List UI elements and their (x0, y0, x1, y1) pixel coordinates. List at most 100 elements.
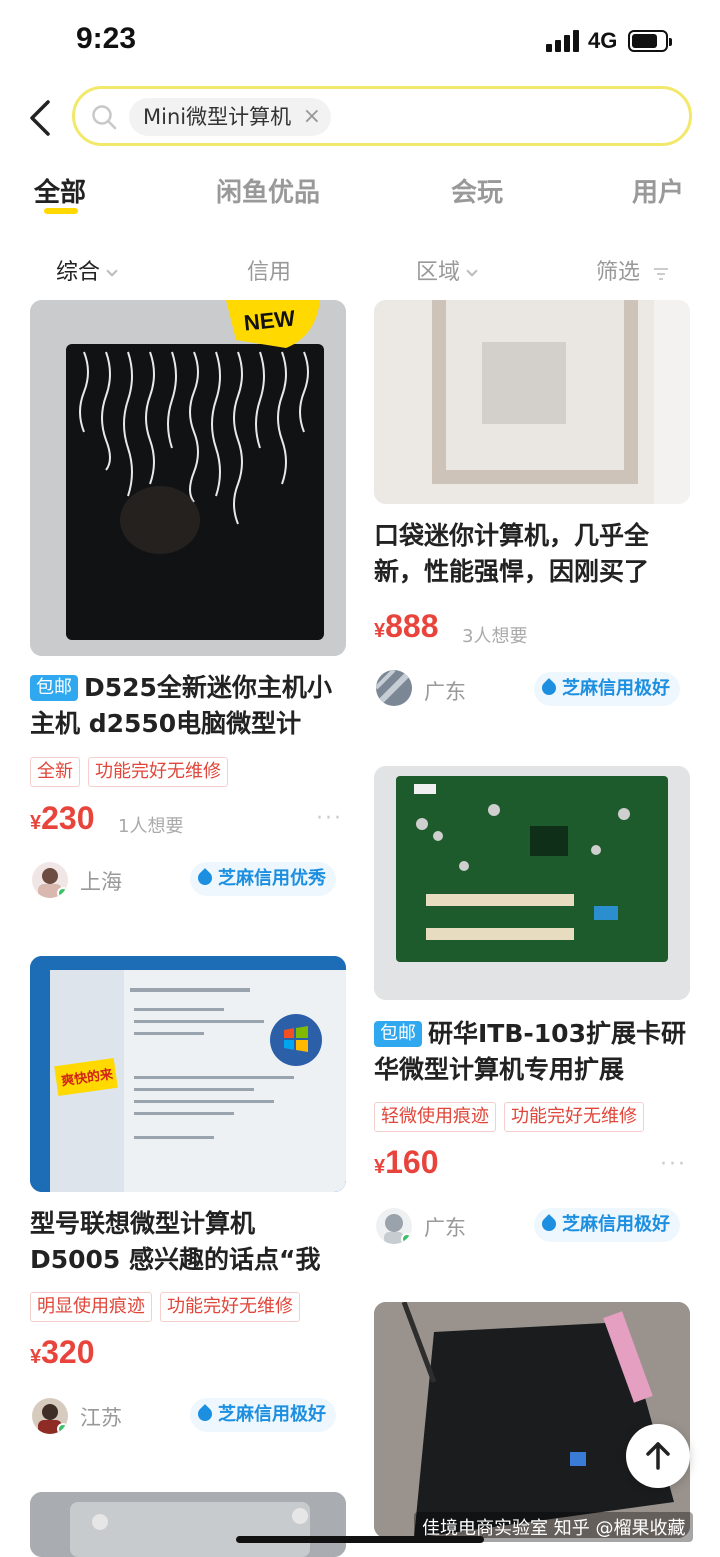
product-title[interactable]: 口袋迷你计算机，几乎全新，性能强悍，因刚买了 (374, 518, 688, 590)
currency-symbol: ¥ (30, 1346, 42, 1368)
price-value: 888 (385, 608, 439, 644)
credit-badge: 芝麻信用极好 (534, 1208, 680, 1242)
arrow-up-icon (646, 1442, 670, 1470)
product-price: ¥230 (30, 800, 95, 837)
seller-location: 上海 (80, 870, 122, 894)
search-query-text: Mini微型计算机 (143, 105, 292, 129)
online-indicator (57, 1423, 68, 1434)
condition-tag: 功能完好无维修 (88, 757, 228, 787)
wants-count: 1人想要 (118, 816, 184, 837)
mini-pc-photo: NEW (30, 300, 346, 656)
chevron-left-icon[interactable] (26, 98, 56, 138)
filter-label: 信用 (247, 260, 292, 285)
tab-premium[interactable]: 闲鱼优品 (216, 172, 320, 209)
product-title[interactable]: 包邮 D525全新迷你主机小主机 d2550电脑微型计 (30, 670, 344, 742)
avatar-image (376, 670, 412, 706)
filter-comprehensive[interactable]: 综合 (56, 254, 118, 286)
filter-label: 区域 (416, 260, 461, 285)
currency-symbol: ¥ (374, 1156, 386, 1178)
free-shipping-badge: 包邮 (30, 675, 78, 701)
product-price: ¥320 (30, 1334, 95, 1371)
battery-icon (628, 30, 672, 52)
credit-badge: 芝麻信用极好 (534, 672, 680, 706)
search-icon (92, 105, 117, 130)
chevron-down-icon (466, 265, 478, 277)
product-title-text: 型号联想微型计算机 D5005 感兴趣的话点“我 (30, 1209, 321, 1274)
condition-tag: 明显使用痕迹 (30, 1292, 152, 1322)
search-bar[interactable]: Mini微型计算机 × (72, 86, 692, 146)
windows-screen-photo: 爽快的来 (30, 956, 346, 1192)
product-tags: 轻微使用痕迹 功能完好无维修 (374, 1102, 644, 1132)
clear-query-icon[interactable]: × (303, 98, 321, 136)
price-value: 160 (385, 1144, 439, 1180)
sesame-drop-icon (195, 1404, 215, 1424)
filter-region[interactable]: 区域 (416, 254, 478, 286)
tab-play[interactable]: 会玩 (451, 172, 503, 209)
condition-tag: 轻微使用痕迹 (374, 1102, 496, 1132)
product-image[interactable]: 爽快的来 (30, 956, 346, 1192)
product-title[interactable]: 型号联想微型计算机 D5005 感兴趣的话点“我 (30, 1206, 344, 1278)
free-shipping-badge: 包邮 (374, 1021, 422, 1047)
status-time: 9:23 (76, 22, 137, 55)
product-image[interactable] (374, 766, 690, 1000)
online-indicator (57, 887, 68, 898)
sesame-drop-icon (195, 868, 215, 888)
seller-location: 广东 (424, 1216, 466, 1240)
product-image[interactable] (30, 1492, 346, 1557)
currency-symbol: ¥ (30, 812, 42, 834)
network-label: 4G (588, 28, 618, 53)
signal-icon (546, 30, 579, 52)
product-tags: 全新 功能完好无维修 (30, 757, 228, 787)
filter-icon (654, 268, 669, 280)
filter-credit[interactable]: 信用 (247, 254, 291, 286)
avatar[interactable] (376, 670, 412, 706)
home-indicator (236, 1536, 484, 1543)
avatar[interactable] (32, 1398, 68, 1434)
desktop-pc-photo (374, 1302, 690, 1538)
currency-symbol: ¥ (374, 620, 386, 642)
price-value: 230 (41, 800, 95, 836)
sesame-drop-icon (539, 678, 559, 698)
condition-tag: 功能完好无维修 (504, 1102, 644, 1132)
condition-tag: 功能完好无维修 (160, 1292, 300, 1322)
tab-users[interactable]: 用户 (632, 172, 684, 209)
sesame-drop-icon (539, 1214, 559, 1234)
credit-badge: 芝麻信用优秀 (190, 862, 336, 896)
product-image[interactable] (374, 1302, 690, 1538)
avatar[interactable] (376, 1208, 412, 1244)
expansion-card-photo (374, 766, 690, 1000)
seller-location: 广东 (424, 680, 466, 704)
credit-badge: 芝麻信用极好 (190, 1398, 336, 1432)
credit-label: 芝麻信用极好 (218, 1404, 326, 1425)
more-options-icon[interactable]: ··· (660, 1152, 687, 1177)
filter-label: 筛选 (596, 260, 641, 285)
price-value: 320 (41, 1334, 95, 1370)
credit-label: 芝麻信用优秀 (218, 868, 326, 889)
condition-tag: 全新 (30, 757, 80, 787)
credit-label: 芝麻信用极好 (562, 678, 670, 699)
tab-all[interactable]: 全部 (34, 172, 86, 209)
box-photo (374, 300, 690, 504)
credit-label: 芝麻信用极好 (562, 1214, 670, 1235)
avatar[interactable] (32, 862, 68, 898)
product-tags: 明显使用痕迹 功能完好无维修 (30, 1292, 300, 1322)
product-photo-partial (30, 1492, 346, 1557)
product-title[interactable]: 包邮 研华ITB-103扩展卡研华微型计算机专用扩展 (374, 1016, 688, 1088)
status-bar: 9:23 4G (0, 0, 720, 80)
product-price: ¥888 (374, 608, 439, 645)
product-price: ¥160 (374, 1144, 439, 1181)
chevron-down-icon (106, 265, 118, 277)
product-image[interactable] (374, 300, 690, 504)
active-tab-indicator (44, 208, 78, 214)
search-query-chip[interactable]: Mini微型计算机 × (129, 98, 332, 136)
filter-label: 综合 (56, 260, 101, 285)
wants-count: 3人想要 (462, 626, 528, 647)
product-image[interactable]: NEW (30, 300, 346, 656)
more-options-icon[interactable]: ··· (316, 806, 343, 831)
filter-screen[interactable]: 筛选 (596, 254, 669, 286)
seller-location: 江苏 (80, 1406, 122, 1430)
product-title-text: 口袋迷你计算机，几乎全新，性能强悍，因刚买了 (374, 521, 650, 586)
category-tabs: 全部 闲鱼优品 会玩 用户 (0, 172, 720, 222)
back-to-top-button[interactable] (626, 1424, 690, 1488)
online-indicator (401, 1233, 412, 1244)
